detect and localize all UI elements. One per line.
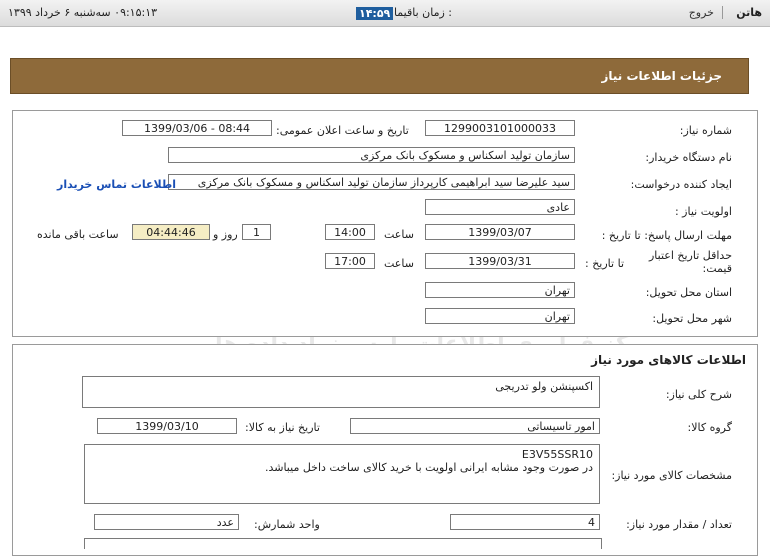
divider bbox=[722, 6, 723, 19]
goods-section-title: اطلاعات کالاهای مورد نیاز bbox=[591, 353, 746, 367]
province-label: استان محل تحویل: bbox=[645, 286, 732, 299]
need-date-label: تاریخ نیاز به کالا: bbox=[245, 421, 320, 434]
creator-field: سید علیرضا سید ابراهیمی کارپرداز سازمان … bbox=[168, 174, 575, 190]
spec-box: E3V55SSR10 در صورت وجود مشابه ایرانی اول… bbox=[84, 444, 600, 504]
validity-time-field: 17:00 bbox=[325, 253, 375, 269]
days-field: 1 bbox=[242, 224, 271, 240]
need-number-label: شماره نیاز: bbox=[679, 124, 732, 137]
group-field: امور تاسیساتی bbox=[350, 418, 600, 434]
qty-field: 4 bbox=[450, 514, 600, 530]
session-timer: ۱۴:۵۹ bbox=[356, 7, 394, 20]
qty-label: تعداد / مقدار مورد نیاز: bbox=[626, 518, 732, 531]
summary-label: شرح کلی نیاز: bbox=[665, 388, 732, 401]
province-field: تهران bbox=[425, 282, 575, 298]
announce-field: 1399/03/06 - 08:44 bbox=[122, 120, 272, 136]
remaining-time-field: 04:44:46 bbox=[132, 224, 210, 240]
site-name: هاتن bbox=[736, 6, 762, 19]
buyer-contact-link[interactable]: اطلاعات تماس خریدار bbox=[57, 178, 176, 191]
clock-date: ۰۹:۱۵:۱۳ سه‌شنبه ۶ خرداد ۱۳۹۹ bbox=[8, 6, 158, 19]
top-bar: هاتن خروج زمان باقیمانده : ۱۴:۵۹ ۰۹:۱۵:۱… bbox=[0, 0, 770, 27]
validity-time-label: ساعت bbox=[384, 257, 414, 270]
need-date-field: 1399/03/10 bbox=[97, 418, 237, 434]
spec-label: مشخصات کالای مورد نیاز: bbox=[611, 469, 732, 482]
remaining-label: ساعت باقی مانده bbox=[37, 228, 119, 241]
priority-field: عادی bbox=[425, 199, 575, 215]
creator-label: ایجاد کننده درخواست: bbox=[630, 178, 732, 191]
unit-label: واحد شمارش: bbox=[254, 518, 320, 531]
next-field-edge bbox=[84, 538, 602, 549]
city-label: شهر محل تحویل: bbox=[652, 312, 732, 325]
announce-label: تاریخ و ساعت اعلان عمومی: bbox=[276, 124, 409, 137]
deadline-time-field: 14:00 bbox=[325, 224, 375, 240]
logout-link[interactable]: خروج bbox=[689, 6, 714, 19]
page-header: جزئیات اطلاعات نیاز bbox=[10, 58, 749, 94]
buyer-field: سازمان تولید اسکناس و مسکوک بانک مرکزی bbox=[168, 147, 575, 163]
city-field: تهران bbox=[425, 308, 575, 324]
summary-box: اکسپنشن ولو تدریجی bbox=[82, 376, 600, 408]
spec-line-1: E3V55SSR10 bbox=[521, 448, 593, 461]
validity-to-label: تا تاریخ : bbox=[585, 257, 624, 270]
page-title: جزئیات اطلاعات نیاز bbox=[601, 69, 722, 83]
deadline-time-label: ساعت bbox=[384, 228, 414, 241]
group-label: گروه کالا: bbox=[687, 421, 732, 434]
need-number-field: 1299003101000033 bbox=[425, 120, 575, 136]
unit-field: عدد bbox=[94, 514, 239, 530]
days-label: روز و bbox=[213, 228, 238, 241]
details-panel bbox=[12, 110, 758, 337]
validity-label: حداقل تاریخ اعتبار قیمت: bbox=[648, 249, 732, 275]
deadline-label: مهلت ارسال پاسخ: تا تاریخ : bbox=[601, 229, 732, 242]
summary-text: اکسپنشن ولو تدریجی bbox=[495, 380, 593, 393]
validity-date-field: 1399/03/31 bbox=[425, 253, 575, 269]
buyer-label: نام دستگاه خریدار: bbox=[645, 151, 732, 164]
deadline-date-field: 1399/03/07 bbox=[425, 224, 575, 240]
priority-label: اولویت نیاز : bbox=[674, 205, 732, 218]
spec-line-2: در صورت وجود مشابه ایرانی اولویت با خرید… bbox=[264, 461, 593, 474]
